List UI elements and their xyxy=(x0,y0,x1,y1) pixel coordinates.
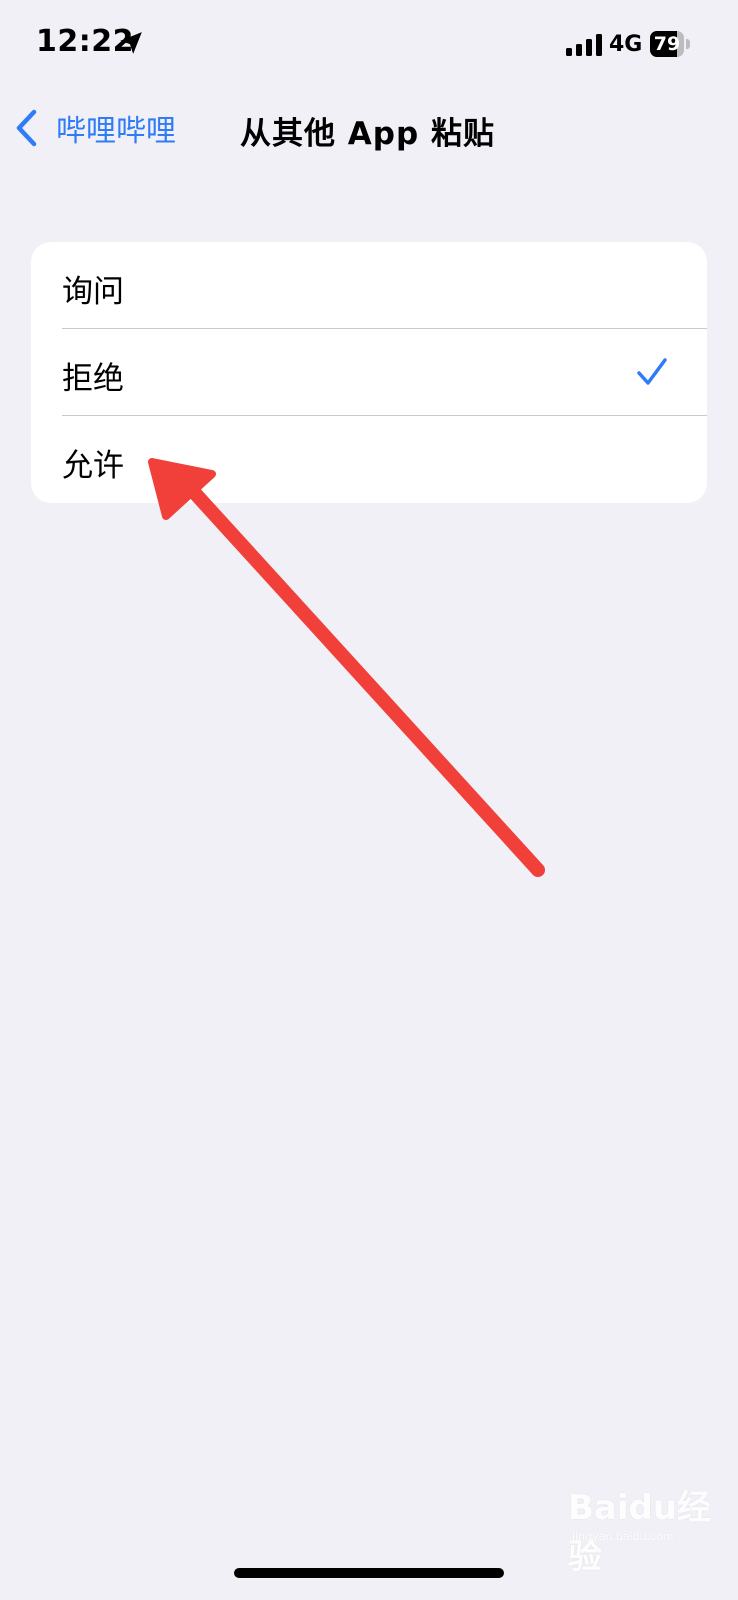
chevron-left-icon xyxy=(16,109,37,147)
battery-level: 79 xyxy=(653,33,681,55)
paste-permission-options: 询问 拒绝 允许 xyxy=(31,242,707,503)
watermark-subtext: jingyan.baidu.com xyxy=(572,1530,674,1543)
cellular-signal-icon xyxy=(566,34,602,56)
network-type: 4G xyxy=(609,32,643,57)
watermark-text: Baidu经验 xyxy=(568,1488,712,1577)
checkmark-icon xyxy=(637,358,667,385)
battery-body: 79 xyxy=(650,31,684,57)
page-title: 从其他 App 粘贴 xyxy=(240,116,495,152)
navigation-bar: 哔哩哔哩 从其他 App 粘贴 xyxy=(0,92,738,172)
option-deny[interactable]: 拒绝 xyxy=(31,329,707,416)
back-label: 哔哩哔哩 xyxy=(56,114,176,149)
option-label: 询问 xyxy=(62,274,124,310)
annotation-arrow xyxy=(148,458,545,877)
back-button[interactable]: 哔哩哔哩 xyxy=(14,106,176,150)
watermark: Baidu经验 jingyan.baidu.com xyxy=(560,1480,720,1577)
option-allow[interactable]: 允许 xyxy=(31,416,707,503)
battery-indicator: 79 xyxy=(650,31,692,57)
status-bar: 12:22 4G 79 xyxy=(0,0,738,92)
option-label: 允许 xyxy=(62,448,124,484)
option-ask[interactable]: 询问 xyxy=(31,242,707,329)
battery-cap xyxy=(686,39,690,49)
option-label: 拒绝 xyxy=(62,361,124,397)
location-arrow-icon xyxy=(120,32,142,54)
home-indicator[interactable] xyxy=(234,1568,504,1578)
